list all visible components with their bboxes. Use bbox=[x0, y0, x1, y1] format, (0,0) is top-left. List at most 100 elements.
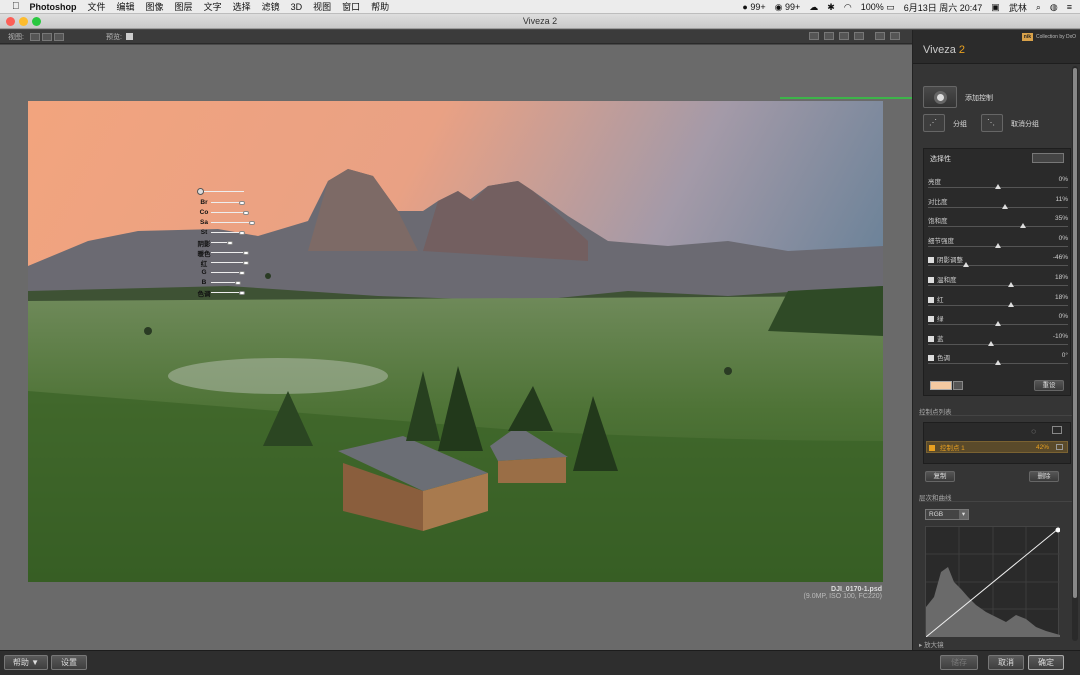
slider-thumb[interactable] bbox=[1007, 282, 1014, 287]
settings-button[interactable]: 设置 bbox=[51, 655, 87, 670]
cloud-icon[interactable]: ☁ bbox=[809, 2, 818, 13]
slider-track[interactable] bbox=[928, 343, 1068, 345]
cp-line-hue[interactable] bbox=[211, 292, 239, 293]
clock[interactable]: 6月13日 周六 20:47 bbox=[904, 1, 983, 14]
slider-thumb[interactable] bbox=[995, 321, 1001, 327]
wechat-status[interactable]: ◉ 99+ bbox=[775, 2, 801, 13]
slider-row[interactable]: 阴影调整 -46% bbox=[928, 253, 1068, 272]
menu-view[interactable]: 视图 bbox=[313, 0, 331, 13]
ungroup-button[interactable]: ⋱ bbox=[981, 114, 1003, 132]
menu-3d[interactable]: 3D bbox=[291, 2, 303, 12]
apple-icon[interactable]:  bbox=[12, 1, 20, 12]
zoom-in-icon[interactable] bbox=[839, 32, 849, 40]
slider-thumb[interactable] bbox=[1020, 223, 1027, 229]
slider-row[interactable]: 蓝 -10% bbox=[928, 332, 1068, 351]
cp-knob-br[interactable] bbox=[239, 200, 245, 205]
control-point-widget[interactable]: Br Co Sa St 阴影 暖色 红 G B 色调 bbox=[197, 188, 277, 308]
slider-track[interactable] bbox=[928, 304, 1068, 306]
cp-knob-shadow[interactable] bbox=[227, 240, 233, 245]
preview-canvas[interactable]: Br Co Sa St 阴影 暖色 红 G B 色调 DJI_0170-1.ps… bbox=[0, 45, 912, 650]
minimize-window-button[interactable] bbox=[19, 17, 28, 26]
slider-track[interactable] bbox=[928, 226, 1068, 228]
slider-thumb[interactable] bbox=[995, 360, 1001, 366]
hide-points-icon[interactable]: ◌ bbox=[1031, 427, 1036, 436]
cp-line-br[interactable] bbox=[211, 202, 239, 203]
slider-row[interactable]: 温和度 18% bbox=[928, 273, 1068, 292]
menu-filter[interactable]: 滤镜 bbox=[262, 0, 280, 13]
slider-track[interactable] bbox=[928, 206, 1068, 208]
menu-image[interactable]: 图像 bbox=[146, 0, 164, 13]
slider-track[interactable] bbox=[928, 265, 1068, 267]
list-item-expand-icon[interactable] bbox=[1056, 444, 1063, 450]
cp-knob-green[interactable] bbox=[239, 270, 245, 275]
control-point-handle[interactable] bbox=[197, 188, 204, 195]
cp-knob-hue[interactable] bbox=[239, 290, 245, 295]
slider-track[interactable] bbox=[928, 285, 1068, 286]
cp-line-blue[interactable] bbox=[211, 282, 235, 283]
menu-app-name[interactable]: Photoshop bbox=[30, 2, 77, 12]
preview-checkbox[interactable] bbox=[125, 33, 133, 40]
menu-window[interactable]: 窗口 bbox=[342, 0, 360, 13]
cp-line-co[interactable] bbox=[211, 212, 243, 213]
bluetooth-icon[interactable]: ✱ bbox=[827, 2, 835, 13]
cp-line-st[interactable] bbox=[211, 232, 239, 233]
menu-help[interactable]: 帮助 bbox=[371, 0, 389, 13]
photo-preview[interactable] bbox=[28, 101, 883, 582]
wifi-icon[interactable]: ◠ bbox=[844, 2, 852, 13]
slider-row[interactable]: 绿 0% bbox=[928, 312, 1068, 331]
slider-row[interactable]: 饱和度 35% bbox=[928, 214, 1068, 233]
cp-line-red[interactable] bbox=[211, 262, 243, 263]
cp-line-shadow[interactable] bbox=[211, 242, 227, 243]
cp-knob-st[interactable] bbox=[239, 230, 245, 235]
single-view-button[interactable] bbox=[29, 32, 40, 41]
slider-checkbox[interactable] bbox=[928, 355, 934, 362]
slider-row[interactable]: 红 18% bbox=[928, 293, 1068, 312]
ok-button[interactable]: 确定 bbox=[1028, 655, 1064, 670]
control-list-header[interactable]: 控制点列表 bbox=[919, 406, 1075, 416]
control-point-list-item[interactable]: 控制点 1 42% bbox=[926, 441, 1068, 453]
menu-type[interactable]: 文字 bbox=[204, 0, 222, 13]
cp-line-green[interactable] bbox=[211, 272, 239, 273]
slider-thumb[interactable] bbox=[1002, 203, 1008, 209]
loupe-header[interactable]: ▸ 放大镜 bbox=[919, 639, 944, 649]
channel-select[interactable]: RGB ▾ bbox=[925, 509, 969, 520]
slider-checkbox[interactable] bbox=[928, 296, 934, 303]
group-button[interactable]: ⋰ bbox=[923, 114, 945, 132]
slider-row[interactable]: 细节强度 0% bbox=[928, 234, 1068, 253]
slider-checkbox[interactable] bbox=[928, 316, 934, 323]
siri-icon[interactable]: ◍ bbox=[1050, 2, 1058, 13]
scrollbar-thumb[interactable] bbox=[1073, 68, 1077, 598]
save-button[interactable]: 储存 bbox=[940, 655, 978, 670]
add-control-point-button[interactable] bbox=[923, 86, 957, 108]
cancel-button[interactable]: 取消 bbox=[988, 655, 1024, 670]
levels-curves-header[interactable]: 层次和曲线 bbox=[919, 492, 1075, 502]
cp-knob-co[interactable] bbox=[243, 210, 249, 215]
list-item-checkbox[interactable] bbox=[929, 445, 935, 451]
color-swatch[interactable] bbox=[930, 381, 952, 390]
loupe-toggle-icon[interactable] bbox=[890, 32, 900, 40]
selectivity-toggle-button[interactable] bbox=[1032, 153, 1064, 163]
cp-line-sa[interactable] bbox=[211, 222, 249, 223]
reset-button[interactable]: 重设 bbox=[1034, 380, 1064, 391]
slider-thumb[interactable] bbox=[1007, 301, 1014, 307]
zoom-out-icon[interactable] bbox=[854, 32, 864, 40]
delete-list-icon[interactable] bbox=[1052, 426, 1062, 434]
split-view-button[interactable] bbox=[41, 32, 52, 41]
qq-status[interactable]: ● 99+ bbox=[742, 2, 765, 12]
menu-layer[interactable]: 图层 bbox=[175, 0, 193, 13]
pointer-tool-icon[interactable] bbox=[809, 32, 819, 40]
delete-button[interactable]: 删除 bbox=[1029, 471, 1059, 482]
slider-checkbox[interactable] bbox=[928, 277, 934, 283]
menu-file[interactable]: 文件 bbox=[88, 0, 106, 13]
cp-line-warmth[interactable] bbox=[211, 252, 243, 253]
user-name[interactable]: 武林 bbox=[1009, 1, 1027, 14]
cp-knob-blue[interactable] bbox=[235, 280, 241, 285]
slider-thumb[interactable] bbox=[962, 262, 969, 268]
menu-edit[interactable]: 编辑 bbox=[117, 0, 135, 13]
slider-row[interactable]: 色调 0° bbox=[928, 351, 1068, 370]
slider-checkbox[interactable] bbox=[928, 257, 934, 264]
slider-row[interactable]: 亮度 0% bbox=[928, 175, 1068, 194]
slider-thumb[interactable] bbox=[995, 242, 1001, 248]
hand-tool-icon[interactable] bbox=[824, 32, 834, 40]
cp-knob-sa[interactable] bbox=[249, 220, 255, 225]
